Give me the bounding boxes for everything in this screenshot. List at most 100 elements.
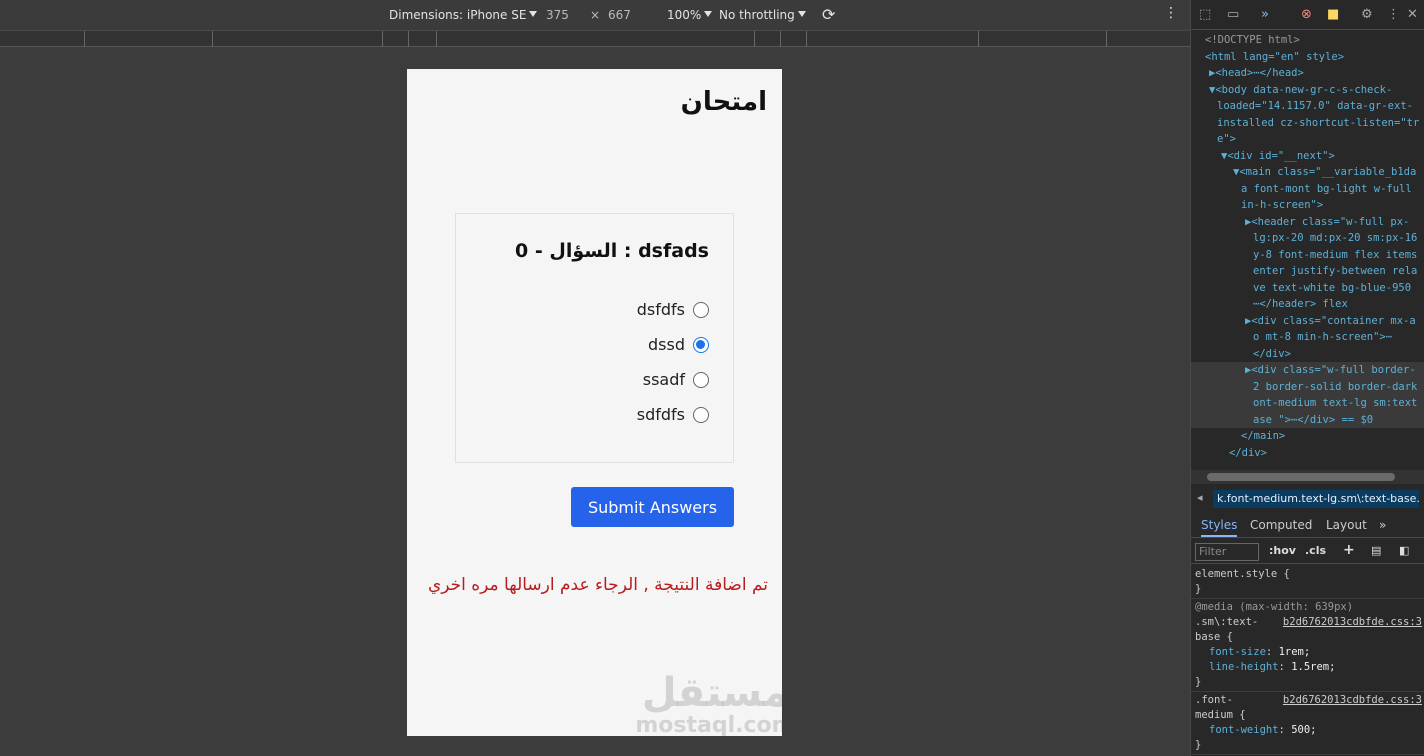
option-4[interactable]: sdfdfs (637, 405, 709, 424)
chevron-down-icon (704, 11, 713, 17)
dom-node-line[interactable]: 2 border-solid border-dark (1191, 378, 1424, 395)
rule-close: } (1195, 676, 1202, 688)
more-options-icon[interactable]: ⋮ (1387, 7, 1400, 22)
dom-node-line[interactable]: <html lang="en" style> (1191, 49, 1424, 66)
dom-node-line[interactable]: in-h-screen"> (1191, 197, 1424, 214)
dom-node-line[interactable]: loaded="14.1157.0" data-gr-ext- (1191, 98, 1424, 115)
device-toggle-icon[interactable]: ▭ (1227, 7, 1239, 22)
error-icon[interactable]: ⊗ (1301, 7, 1312, 22)
dom-node-line[interactable]: o mt-8 min-h-screen">⋯ (1191, 329, 1424, 346)
dom-node-line[interactable]: installed cz-shortcut-listen="tr (1191, 115, 1424, 132)
dom-node-line[interactable]: ▶<head>⋯</head> (1191, 65, 1424, 82)
style-rule-media: @media (max-width: 639px) .sm\:text- b2d… (1191, 599, 1424, 692)
scrollbar-thumb[interactable] (1207, 473, 1395, 481)
dom-node-line[interactable]: lg:px-20 md:px-20 sm:px-16 (1191, 230, 1424, 247)
devtools-panel: ⬚ ▭ » ⊗ ■ ⚙ ⋮ ✕ <!DOCTYPE html> <html lan… (1190, 0, 1424, 756)
height-input[interactable]: 667 (608, 8, 631, 22)
dom-node-line[interactable]: </div> (1191, 445, 1424, 462)
more-options-icon[interactable]: ⋮ (1164, 5, 1178, 21)
option-1[interactable]: dsfdfs (637, 300, 709, 319)
chevron-left-icon[interactable]: ◂ (1197, 491, 1203, 504)
watermark: مستقل mostaql.com (625, 673, 782, 736)
settings-gear-icon[interactable]: ⚙ (1361, 7, 1373, 22)
media-query-ruler (0, 30, 1190, 48)
watermark-url: mostaql.com (635, 713, 782, 736)
dom-node-line[interactable]: ▶<div class="container mx-a (1191, 313, 1424, 330)
tab-more[interactable]: » (1379, 518, 1386, 532)
property-value: 1.5rem; (1291, 661, 1336, 673)
devtools-toolbar: ⬚ ▭ » ⊗ ■ ⚙ ⋮ ✕ (1191, 0, 1424, 30)
rotate-icon[interactable]: ⟳ (822, 5, 835, 24)
dom-node-line[interactable]: ont-medium text-lg sm:text (1191, 395, 1424, 412)
paint-icon[interactable]: ▤ (1371, 544, 1381, 557)
horizontal-scrollbar[interactable] (1191, 470, 1424, 484)
option-label: dsfdfs (636, 300, 685, 319)
tab-layout[interactable]: Layout (1326, 518, 1367, 532)
styles-pane: element.style { } @media (max-width: 639… (1191, 566, 1424, 755)
dom-node-line[interactable]: ▼<div id="__next"> (1191, 148, 1424, 165)
radio-button[interactable] (693, 406, 709, 423)
device-label: Dimensions: iPhone SE (389, 8, 527, 22)
dom-node-line[interactable]: ▼<body data-new-gr-c-s-check- (1191, 82, 1424, 99)
radio-button[interactable] (693, 301, 709, 318)
question-card: dsfads : السؤال - 0 dsfdfs dssd ssadf sd… (455, 213, 734, 463)
filter-input[interactable]: Filter (1195, 543, 1259, 561)
dom-node-line[interactable]: ve text-white bg-blue-950 (1191, 280, 1424, 297)
device-toolbar: Dimensions: iPhone SE 375 × 667 100% No … (0, 0, 1190, 30)
inspect-icon[interactable]: ⬚ (1199, 7, 1211, 22)
option-2[interactable]: dssd (648, 335, 709, 354)
option-3[interactable]: ssadf (643, 370, 709, 389)
throttling-label: No throttling (719, 8, 795, 22)
hov-toggle[interactable]: :hov (1269, 544, 1296, 557)
tab-styles[interactable]: Styles (1201, 518, 1238, 537)
close-icon[interactable]: ✕ (1407, 7, 1418, 22)
style-rule-font-medium: .font- b2d6762013cdbfde.css:3 medium { f… (1191, 692, 1424, 755)
zoom-label: 100% (667, 8, 702, 22)
dom-node-line[interactable]: </div> (1191, 346, 1424, 363)
throttling-select[interactable]: No throttling (719, 8, 806, 22)
cls-toggle[interactable]: .cls (1305, 544, 1326, 557)
dom-node-line[interactable]: ase ">⋯</div> == $0 (1191, 411, 1424, 428)
dom-node-line[interactable]: ▶<div class="w-full border- (1191, 362, 1424, 379)
media-query: @media (max-width: 639px) (1195, 601, 1354, 613)
property-name: font-weight (1209, 724, 1279, 736)
property-value: 1rem; (1278, 646, 1311, 658)
device-select[interactable]: Dimensions: iPhone SE (389, 8, 538, 22)
dom-node-line[interactable]: ⋯</header> flex (1191, 296, 1424, 313)
option-label: dssd (648, 335, 685, 354)
radio-button[interactable] (693, 371, 709, 388)
declaration[interactable]: font-weight: 500; (1195, 723, 1421, 738)
radio-button-selected[interactable] (693, 336, 709, 353)
result-message: تم اضافة النتيجة , الرجاء عدم ارسالها مر… (427, 575, 768, 595)
width-input[interactable]: 375 (546, 8, 569, 22)
question-title: dsfads : السؤال - 0 (515, 240, 709, 262)
dom-node-line[interactable]: <!DOCTYPE html> (1191, 32, 1424, 49)
option-label: sdfdfs (636, 405, 685, 424)
dom-node-line[interactable]: y-8 font-medium flex items (1191, 247, 1424, 264)
submit-answers-button[interactable]: Submit Answers (571, 487, 734, 527)
dom-node-line[interactable]: ▼<main class="__variable_b1da (1191, 164, 1424, 181)
dom-node-line[interactable]: e"> (1191, 131, 1424, 148)
option-label: ssadf (642, 370, 685, 389)
warning-icon[interactable]: ■ (1327, 7, 1339, 22)
source-link[interactable]: b2d6762013cdbfde.css:3 (1283, 615, 1422, 630)
property-name: font-size (1209, 646, 1266, 658)
declaration[interactable]: line-height: 1.5rem; (1195, 660, 1421, 675)
add-rule-icon[interactable]: + (1343, 542, 1355, 558)
tab-computed[interactable]: Computed (1250, 518, 1312, 532)
chevron-down-icon (529, 11, 538, 17)
dom-node-line[interactable]: a font-mont bg-light w-full (1191, 181, 1424, 198)
declaration[interactable]: font-size: 1rem; (1195, 645, 1421, 660)
dom-node-line[interactable]: enter justify-between rela (1191, 263, 1424, 280)
sidebar-toggle-icon[interactable]: ◧ (1399, 544, 1409, 557)
more-tabs-icon[interactable]: » (1261, 7, 1269, 22)
rule-close: } (1195, 739, 1202, 751)
zoom-select[interactable]: 100% (667, 8, 713, 22)
dom-node-line[interactable]: ▶<header class="w-full px- (1191, 214, 1424, 231)
styles-tabs: Styles Computed Layout » (1191, 514, 1424, 538)
dom-node-line[interactable]: </main> (1191, 428, 1424, 445)
rule-selector-cont: base { (1195, 631, 1233, 643)
rule-close: } (1195, 583, 1202, 595)
breadcrumb-current[interactable]: k.font-medium.text-lg.sm\:text-base. (1213, 490, 1419, 508)
source-link[interactable]: b2d6762013cdbfde.css:3 (1283, 693, 1422, 708)
